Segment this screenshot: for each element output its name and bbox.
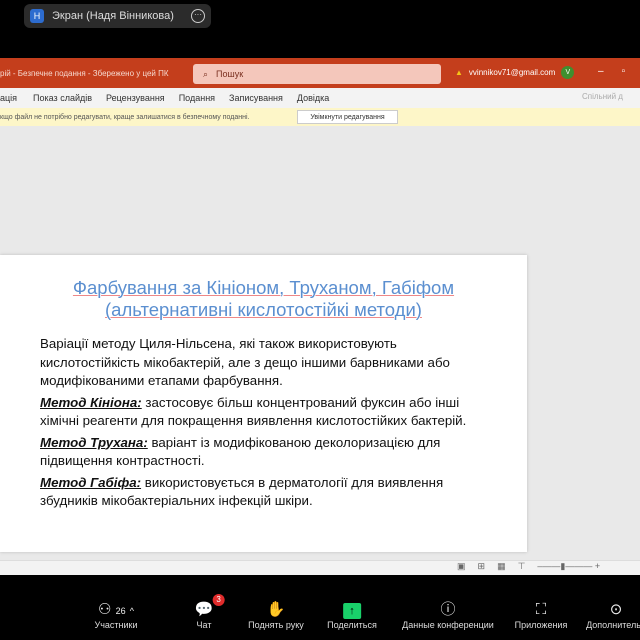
chat-label: Чат — [196, 620, 212, 630]
normal-view-icon[interactable]: ▣ — [457, 561, 466, 572]
protected-view-message: кщо файл не потрібно редагувати, краще з… — [0, 113, 250, 121]
reading-view-icon[interactable]: ▦ — [497, 561, 506, 572]
slide-title: Фарбування за Кініоном, Труханом, Габіфо… — [0, 277, 527, 321]
host-icon: H — [30, 9, 44, 23]
minimize-icon[interactable]: – — [598, 66, 604, 77]
participants-label: Участники — [94, 620, 138, 630]
share-screen-label: Поделиться — [327, 620, 377, 630]
slide-title-line2: (альтернативні кислотостійкі методи) — [105, 299, 422, 320]
more-options-icon: ⊙ — [609, 601, 623, 618]
hand-icon: ✋ — [266, 601, 286, 618]
raise-hand-label: Поднять руку — [248, 620, 304, 630]
item-term: Метод Трухана: — [40, 434, 148, 450]
slide-item: Метод Габіфа: використовується в дермато… — [40, 474, 500, 511]
participants-icon: ⚇ — [97, 601, 112, 618]
zoom-slider[interactable]: –——▮——— + — [537, 561, 600, 572]
tab-record[interactable]: Записування — [229, 93, 283, 103]
tab-view[interactable]: Подання — [179, 93, 215, 103]
slide-body: Варіації методу Циля-Нільсена, які також… — [40, 335, 500, 514]
window-controls: – ▫ — [598, 66, 625, 77]
search-input[interactable]: ⌕ Пошук — [193, 64, 441, 84]
meeting-info-label: Данные конференции — [402, 620, 494, 630]
account-email: vvinnikov71@gmail.com — [468, 68, 556, 77]
account-area[interactable]: ▲ vvinnikov71@gmail.com V — [455, 66, 575, 79]
avatar[interactable]: V — [561, 66, 575, 79]
apps-icon: ⛶ — [535, 601, 547, 618]
restore-icon[interactable]: ▫ — [622, 66, 626, 77]
view-buttons: ▣ ⊞ ▦ ⊤ –——▮——— + — [457, 561, 600, 572]
item-term: Метод Габіфа: — [40, 474, 142, 490]
slide-sorter-icon[interactable]: ⊞ — [478, 561, 486, 572]
more-label: Дополнительн — [586, 620, 640, 630]
participants-button[interactable]: ⚇ 26 ^ Участники — [95, 600, 138, 630]
slide: Фарбування за Кініоном, Труханом, Габіфо… — [0, 255, 527, 552]
slide-title-line1: Фарбування за Кініоном, Труханом, Габіфо… — [72, 277, 455, 298]
tab-review[interactable]: Рецензування — [106, 93, 165, 103]
raise-hand-button[interactable]: ✋ Поднять руку — [248, 600, 304, 630]
chat-badge: 3 — [212, 594, 225, 606]
chevron-up-icon[interactable]: ^ — [130, 606, 134, 616]
search-icon: ⌕ — [203, 68, 209, 79]
tab-help[interactable]: Довідка — [297, 93, 329, 103]
slide-intro: Варіації методу Циля-Нільсена, які також… — [40, 336, 450, 388]
apps-button[interactable]: ⛶ Приложения — [515, 600, 568, 630]
document-title: рій - Безпечне подання - Збережено у цей… — [0, 68, 169, 78]
item-term: Метод Кініона: — [40, 394, 142, 410]
share-screen-button[interactable]: ↑ Поделиться — [327, 600, 377, 630]
info-icon: ⓘ — [440, 601, 456, 618]
slide-item: Метод Трухана: варіант із модифікованою … — [40, 434, 500, 471]
apps-label: Приложения — [514, 620, 568, 630]
meeting-info-button[interactable]: ⓘ Данные конференции — [402, 600, 494, 630]
slideshow-icon[interactable]: ⊤ — [518, 561, 526, 572]
tab-animation[interactable]: ація — [0, 93, 17, 103]
share-arrow-icon: ↑ — [342, 603, 361, 619]
ribbon-tabs: ація Показ слайдів Рецензування Подання … — [0, 88, 640, 108]
screen-share-pill[interactable]: H Экран (Надя Вінникова) ··· — [24, 4, 211, 28]
tab-slideshow[interactable]: Показ слайдів — [33, 93, 92, 103]
warning-icon: ▲ — [455, 68, 463, 77]
chat-button[interactable]: 💬 3 Чат — [194, 594, 225, 630]
more-icon[interactable]: ··· — [191, 9, 205, 23]
slide-item: Метод Кініона: застосовує більш концентр… — [40, 394, 500, 431]
participants-count: 26 — [115, 606, 126, 616]
search-placeholder: Пошук — [216, 69, 244, 79]
more-button[interactable]: ⊙ Дополнительн — [586, 600, 640, 630]
chat-icon: 💬 — [194, 601, 214, 618]
enable-editing-button[interactable]: Увімкнути редагування — [297, 110, 398, 124]
share-button[interactable]: Спільний д — [582, 92, 623, 101]
screen-share-label: Экран (Надя Вінникова) — [52, 10, 174, 22]
